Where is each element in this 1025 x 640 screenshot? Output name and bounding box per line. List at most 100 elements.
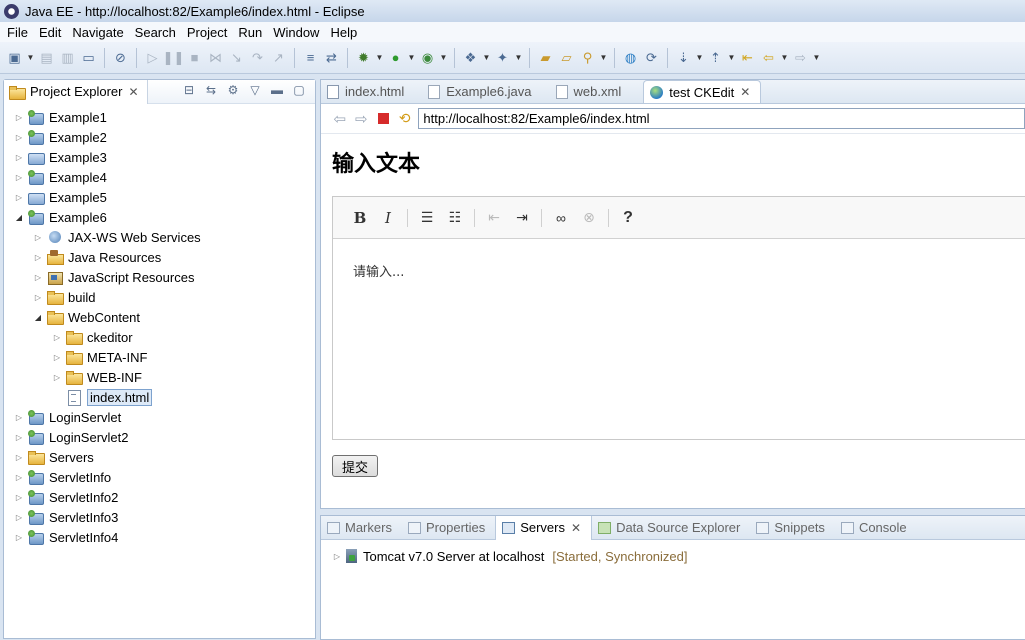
expand-icon[interactable]: ▷ [51,353,63,362]
next-annotation-dropdown-icon[interactable]: ▼ [695,53,704,62]
save-icon[interactable]: ▤ [37,48,56,67]
new-icon[interactable]: ▣ [5,48,24,67]
disconnect-icon[interactable]: ⋈ [206,48,225,67]
close-icon[interactable]: ✕ [571,521,581,535]
forward-dropdown-icon[interactable]: ▼ [812,53,821,62]
refresh-icon[interactable]: ⟲ [395,110,415,127]
filter-icon[interactable]: ⚙ [225,83,241,97]
collapse-icon[interactable]: ◢ [13,213,25,222]
submit-button[interactable]: 提交 [332,455,378,477]
expand-icon[interactable]: ▷ [13,493,25,502]
collapse-icon[interactable]: ◢ [32,313,44,322]
collapse-all-icon[interactable]: ⊟ [181,83,197,97]
debug-icon[interactable]: ✹ [354,48,373,67]
expand-icon[interactable]: ▷ [13,513,25,522]
tree-item-meta-inf[interactable]: ▷ META-INF [4,347,315,367]
external-tools-icon[interactable]: ◉ [418,48,437,67]
menu-navigate[interactable]: Navigate [68,25,130,40]
expand-icon[interactable]: ▷ [13,473,25,482]
expand-icon[interactable]: ▷ [13,193,25,202]
expand-icon[interactable]: ▷ [13,413,25,422]
menu-search[interactable]: Search [131,25,183,40]
terminate-icon[interactable]: ■ [185,48,204,67]
maximize-icon[interactable]: ▢ [291,83,307,97]
tree-item-example4[interactable]: ▷ Example4 [4,167,315,187]
tab-markers[interactable]: Markers [321,516,402,540]
prev-annotation-dropdown-icon[interactable]: ▼ [727,53,736,62]
back-arrow-icon[interactable]: ⇦ [329,110,351,128]
minimize-icon[interactable]: ▬ [269,83,285,97]
tree-item-webcontent[interactable]: ◢ WebContent [4,307,315,327]
forward-icon[interactable]: ⇨ [791,48,810,67]
tab-snippets[interactable]: Snippets [750,516,835,540]
tree-item-build[interactable]: ▷ build [4,287,315,307]
tree-item-ckeditor[interactable]: ▷ ckeditor [4,327,315,347]
ckeditor-content[interactable]: 请输入... [333,239,1025,302]
tree-item-servletinfo[interactable]: ▷ ServletInfo [4,467,315,487]
new-dropdown-icon[interactable]: ▼ [26,53,35,62]
last-edit-location-icon[interactable]: ⇤ [738,48,757,67]
debug-dropdown-icon[interactable]: ▼ [375,53,384,62]
expand-icon[interactable]: ▷ [13,133,25,142]
tab-properties[interactable]: Properties [402,516,495,540]
run-dropdown-icon[interactable]: ▼ [407,53,416,62]
expand-icon[interactable]: ▷ [32,273,44,282]
tree-item-jax-ws[interactable]: ▷ JAX-WS Web Services [4,227,315,247]
suspend-icon[interactable]: ❚❚ [163,48,185,67]
expand-icon[interactable]: ▷ [13,173,25,182]
menu-project[interactable]: Project [183,25,234,40]
search-icon[interactable]: ⚲ [578,48,597,67]
view-menu-icon[interactable]: ▽ [247,83,263,97]
menu-edit[interactable]: Edit [35,25,68,40]
expand-icon[interactable]: ▷ [32,253,44,262]
tree-item-web-inf[interactable]: ▷ WEB-INF [4,367,315,387]
tab-index-html[interactable]: index.html [321,80,414,103]
tab-example6-java[interactable]: Example6.java [422,80,541,103]
unlink-icon[interactable]: ⊗ [576,205,602,231]
skip-breakpoints-icon[interactable]: ⊘ [111,48,130,67]
forward-arrow-icon[interactable]: ⇨ [351,110,373,128]
tree-item-servletinfo2[interactable]: ▷ ServletInfo2 [4,487,315,507]
close-icon[interactable]: ✕ [740,85,750,99]
tree-item-javascript-resources[interactable]: ▷ JavaScript Resources [4,267,315,287]
url-input[interactable] [418,108,1025,129]
tree-item-example5[interactable]: ▷ Example5 [4,187,315,207]
step-return-icon[interactable]: ↗ [269,48,288,67]
tab-test-ckedit[interactable]: test CKEdit ✕ [643,80,762,103]
expand-icon[interactable]: ▷ [13,433,25,442]
toggle-breadcrumb-icon[interactable]: ≡ [301,48,320,67]
new-server-dropdown-icon[interactable]: ▼ [482,53,491,62]
tab-console[interactable]: Console [835,516,917,540]
resume-icon[interactable]: ▷ [143,48,162,67]
run-icon[interactable]: ● [386,48,405,67]
link-icon[interactable]: ∞ [548,205,574,231]
numbered-list-icon[interactable]: ☰ [414,205,440,231]
save-all-icon[interactable]: ▥ [58,48,77,67]
decrease-indent-icon[interactable]: ⇤ [481,205,507,231]
tab-servers[interactable]: Servers ✕ [495,515,593,540]
expand-icon[interactable]: ▷ [32,293,44,302]
open-type-icon[interactable]: ▰ [536,48,555,67]
new-server-icon[interactable]: ❖ [461,48,480,67]
menu-run[interactable]: Run [234,25,269,40]
step-over-icon[interactable]: ↷ [248,48,267,67]
tab-web-xml[interactable]: web.xml [550,80,632,103]
step-into-icon[interactable]: ↘ [227,48,246,67]
tree-item-loginservlet[interactable]: ▷ LoginServlet [4,407,315,427]
tree-item-servletinfo4[interactable]: ▷ ServletInfo4 [4,527,315,547]
back-dropdown-icon[interactable]: ▼ [780,53,789,62]
tree-item-java-resources[interactable]: ▷ Java Resources [4,247,315,267]
tree-item-example1[interactable]: ▷ Example1 [4,107,315,127]
expand-icon[interactable]: ▷ [51,333,63,342]
server-row[interactable]: ▷ Tomcat v7.0 Server at localhost [Start… [321,544,1025,568]
tree-item-example2[interactable]: ▷ Example2 [4,127,315,147]
web-browser-icon[interactable]: ◍ [621,48,640,67]
close-icon[interactable]: ✕ [128,85,138,99]
new-web-service-dropdown-icon[interactable]: ▼ [514,53,523,62]
search-dropdown-icon[interactable]: ▼ [599,53,608,62]
refresh-icon[interactable]: ⟳ [642,48,661,67]
help-icon[interactable]: ? [615,205,641,231]
tree-item-index-html[interactable]: index.html [4,387,315,407]
expand-icon[interactable]: ▷ [13,453,25,462]
publish-icon[interactable]: ⇄ [322,48,341,67]
